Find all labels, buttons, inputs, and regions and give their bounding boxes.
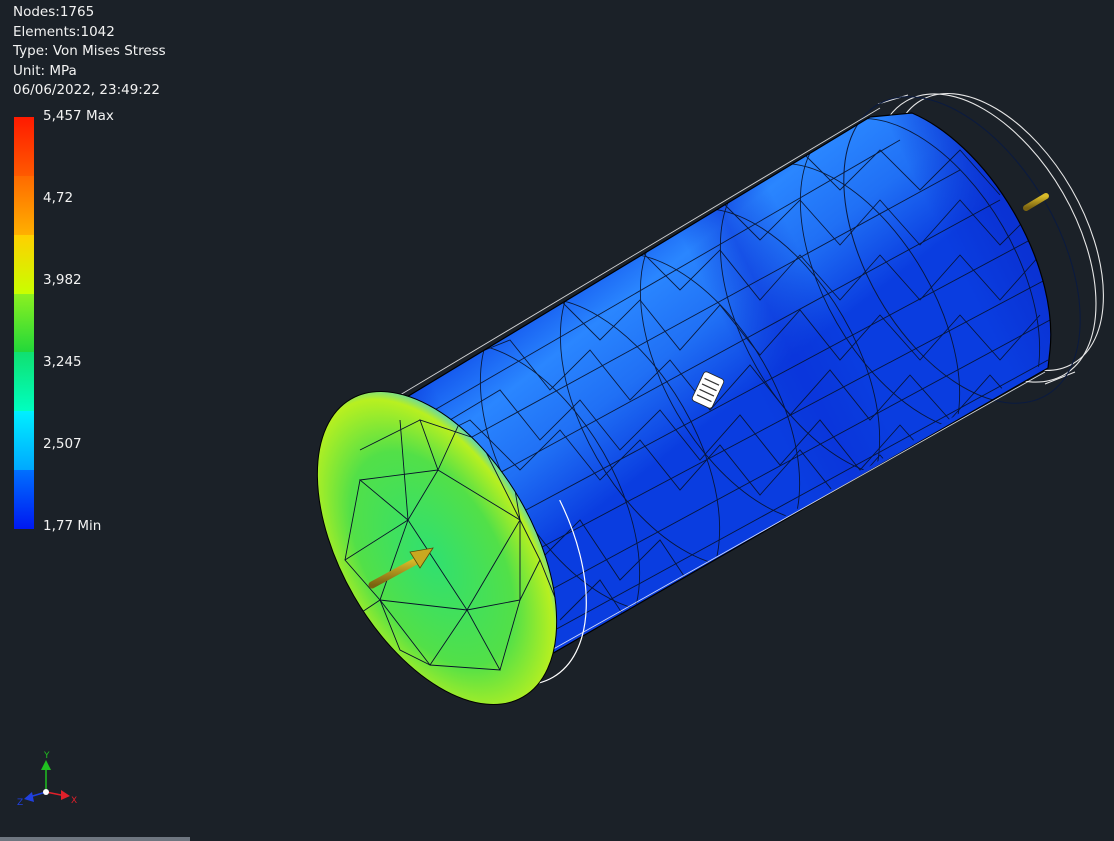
result-datetime: 06/06/2022, 23:49:22 xyxy=(13,82,161,98)
stress-color-legend[interactable] xyxy=(14,117,34,529)
triad-origin xyxy=(43,789,49,795)
legend-band xyxy=(14,352,34,412)
result-type: Type: Von Mises Stress xyxy=(13,43,166,59)
y-axis-arrow xyxy=(41,760,51,770)
legend-label: 4,72 xyxy=(43,189,74,206)
legend-band xyxy=(14,175,34,235)
legend-label: 3,245 xyxy=(43,353,82,370)
z-axis-label: Z xyxy=(17,798,23,808)
x-axis-label: X xyxy=(71,796,77,806)
elements-count: Elements:1042 xyxy=(13,23,115,40)
nodes-count: Nodes:1765 xyxy=(13,4,95,20)
legend-label: 3,982 xyxy=(43,271,82,288)
legend-label: 5,457 Max xyxy=(43,108,114,124)
legend-band xyxy=(14,117,34,176)
legend-band xyxy=(14,293,34,353)
legend-band xyxy=(14,411,34,471)
view-triad[interactable]: Y X Z xyxy=(14,748,84,813)
x-axis-arrow xyxy=(61,790,70,800)
status-scrollbar[interactable] xyxy=(0,837,190,841)
z-axis-arrow xyxy=(24,792,34,802)
legend-label: 2,507 xyxy=(43,435,82,452)
legend-band xyxy=(14,234,34,294)
legend-band xyxy=(14,470,34,529)
y-axis-label: Y xyxy=(43,751,50,761)
legend-label: 1,77 Min xyxy=(43,517,102,534)
model-viewport[interactable] xyxy=(0,0,1114,841)
force-arrow-far[interactable] xyxy=(1023,193,1049,211)
result-unit: Unit: MPa xyxy=(13,62,77,79)
simulation-info: Nodes:1765 Elements:1042 Type: Von Mises… xyxy=(13,3,166,101)
